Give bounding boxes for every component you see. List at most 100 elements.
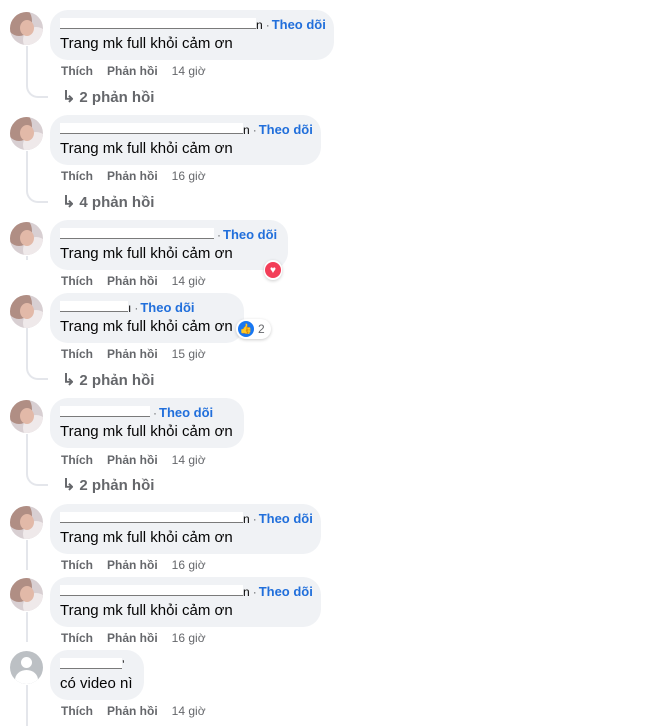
redacted-name[interactable]	[60, 658, 122, 670]
comment-timestamp[interactable]: 16 giờ	[172, 169, 206, 183]
reaction-badge[interactable]: 👍 2	[236, 319, 271, 339]
comment-bubble: ı · Theo dõi Trang mk full khỏi cảm ơn	[50, 293, 244, 343]
like-button[interactable]: Thích	[61, 169, 93, 183]
comment-bubble: · Theo dõi Trang mk full khỏi cảm ơn	[50, 398, 244, 448]
redacted-name[interactable]	[60, 406, 150, 418]
comment-text: Trang mk full khỏi cảm ơn	[60, 140, 233, 157]
comment-timestamp[interactable]: 16 giờ	[172, 631, 206, 645]
like-button[interactable]: Thích	[61, 347, 93, 361]
view-replies-link[interactable]: ↳ 4 phản hồi	[62, 192, 154, 212]
comment-bubble: ʼ có video nì	[50, 650, 144, 700]
comment-text: Trang mk full khỏi cảm ơn	[60, 318, 233, 335]
comment-bubble: · Theo dõi Trang mk full khỏi cảm ơn	[50, 220, 288, 270]
redacted-name[interactable]	[60, 18, 256, 30]
follow-button[interactable]: Theo dõi	[140, 300, 194, 315]
author-name-fragment: n	[256, 18, 263, 32]
comment-text: Trang mk full khỏi cảm ơn	[60, 602, 233, 619]
comment-timestamp[interactable]: 16 giờ	[172, 558, 206, 572]
reply-button[interactable]: Phản hồi	[107, 704, 158, 718]
view-replies-link[interactable]: ↳ 2 phản hồi	[62, 87, 154, 107]
comment-author-row: n · Theo dõi	[60, 17, 326, 33]
commenter-avatar[interactable]	[10, 12, 43, 45]
reply-arrow-icon: ↳	[62, 477, 76, 494]
comment-bubble: n · Theo dõi Trang mk full khỏi cảm ơn	[50, 115, 321, 165]
reaction-count: 2	[258, 322, 265, 336]
author-name-fragment: ı	[128, 301, 132, 315]
like-button[interactable]: Thích	[61, 274, 93, 288]
thread-line	[26, 46, 28, 84]
heart-reaction-icon: ♥	[265, 262, 281, 278]
comment-timestamp[interactable]: 14 giờ	[172, 64, 206, 78]
comment-author-row: n · Theo dõi	[60, 511, 313, 527]
comment-timestamp[interactable]: 15 giờ	[172, 347, 206, 361]
author-name-fragment: ʼ	[122, 658, 125, 672]
author-name-fragment: n	[243, 585, 250, 599]
comment-author-row: n · Theo dõi	[60, 122, 313, 138]
reply-button[interactable]: Phản hồi	[107, 274, 158, 288]
comment-text: Trang mk full khỏi cảm ơn	[60, 35, 233, 52]
redacted-name[interactable]	[60, 301, 128, 313]
commenter-avatar[interactable]	[10, 117, 43, 150]
reply-button[interactable]: Phản hồi	[107, 64, 158, 78]
thread-curve	[26, 84, 48, 98]
comment-actions: Thích Phản hồi 14 giờ	[61, 64, 206, 78]
comment-author-row: · Theo dõi	[60, 405, 213, 421]
thread-curve	[26, 189, 48, 203]
redacted-name[interactable]	[60, 123, 243, 135]
thread-line	[26, 540, 28, 570]
comment-bubble: n · Theo dõi Trang mk full khỏi cảm ơn	[50, 504, 321, 554]
author-name-fragment: n	[243, 123, 250, 137]
view-replies-link[interactable]: ↳ 2 phản hồi	[62, 475, 154, 495]
like-button[interactable]: Thích	[61, 631, 93, 645]
follow-button[interactable]: Theo dõi	[272, 17, 326, 32]
comment-text: có video nì	[60, 675, 133, 692]
comment-actions: Thích Phản hồi 14 giờ	[61, 704, 206, 718]
commenter-avatar[interactable]	[10, 578, 43, 611]
comment-timestamp[interactable]: 14 giờ	[172, 453, 206, 467]
thread-line	[26, 612, 28, 642]
commenter-avatar[interactable]	[10, 295, 43, 328]
reply-button[interactable]: Phản hồi	[107, 347, 158, 361]
like-button[interactable]: Thích	[61, 64, 93, 78]
follow-button[interactable]: Theo dõi	[159, 405, 213, 420]
thread-curve	[26, 472, 48, 486]
follow-button[interactable]: Theo dõi	[259, 122, 313, 137]
like-button[interactable]: Thích	[61, 704, 93, 718]
reaction-badge[interactable]: ♥	[264, 260, 282, 280]
like-button[interactable]: Thích	[61, 558, 93, 572]
comment-actions: Thích Phản hồi 15 giờ	[61, 347, 206, 361]
comment-timestamp[interactable]: 14 giờ	[172, 704, 206, 718]
thread-line	[26, 328, 28, 366]
reply-button[interactable]: Phản hồi	[107, 169, 158, 183]
comment-author-row: n · Theo dõi	[60, 584, 313, 600]
comment-author-row: ʼ	[60, 657, 125, 673]
comment-timestamp[interactable]: 14 giờ	[172, 274, 206, 288]
thread-line	[26, 685, 28, 726]
reply-button[interactable]: Phản hồi	[107, 631, 158, 645]
reply-button[interactable]: Phản hồi	[107, 558, 158, 572]
thumbs-up-reaction-icon: 👍	[238, 321, 254, 337]
follow-button[interactable]: Theo dõi	[223, 227, 277, 242]
thread-line	[26, 256, 28, 260]
thread-line	[26, 434, 28, 472]
comment-author-row: · Theo dõi	[60, 227, 277, 243]
view-replies-link[interactable]: ↳ 2 phản hồi	[62, 370, 154, 390]
comment-actions: Thích Phản hồi 16 giờ	[61, 558, 206, 572]
commenter-avatar[interactable]	[10, 506, 43, 539]
reply-button[interactable]: Phản hồi	[107, 453, 158, 467]
comment-actions: Thích Phản hồi 16 giờ	[61, 169, 206, 183]
redacted-name[interactable]	[60, 512, 243, 524]
comment-bubble: n · Theo dõi Trang mk full khỏi cảm ơn	[50, 577, 321, 627]
follow-button[interactable]: Theo dõi	[259, 511, 313, 526]
default-avatar-icon[interactable]	[10, 651, 43, 684]
comment-actions: Thích Phản hồi 14 giờ	[61, 274, 206, 288]
commenter-avatar[interactable]	[10, 400, 43, 433]
comment-actions: Thích Phản hồi 16 giờ	[61, 631, 206, 645]
redacted-name[interactable]	[60, 228, 214, 240]
comment-text: Trang mk full khỏi cảm ơn	[60, 245, 233, 262]
commenter-avatar[interactable]	[10, 222, 43, 255]
comment-author-row: ı · Theo dõi	[60, 300, 195, 316]
redacted-name[interactable]	[60, 585, 243, 597]
follow-button[interactable]: Theo dõi	[259, 584, 313, 599]
like-button[interactable]: Thích	[61, 453, 93, 467]
